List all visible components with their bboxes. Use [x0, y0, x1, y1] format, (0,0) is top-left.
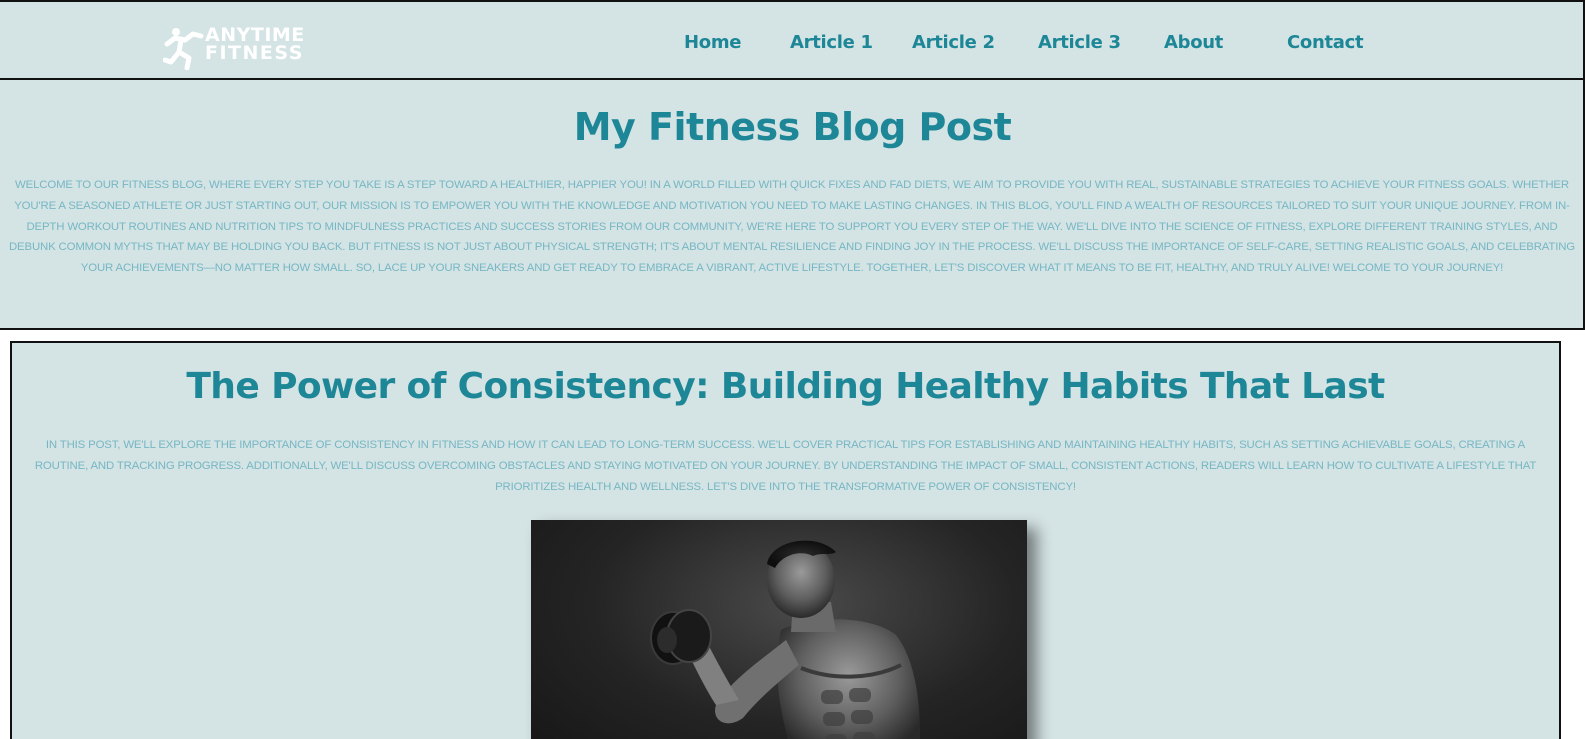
article-card: The Power of Consistency: Building Healt…: [10, 341, 1561, 739]
man-lifting-dumbbell-photo: [650, 540, 921, 739]
brand-line-2: FITNESS: [205, 42, 304, 64]
top-navbar: ANYTIME FITNESS Home Article 1 Article 2…: [0, 0, 1585, 80]
hero-section: My Fitness Blog Post Welcome to our fitn…: [0, 80, 1585, 330]
page-title: My Fitness Blog Post: [573, 105, 1012, 149]
brand-wordmark: ANYTIME FITNESS: [205, 26, 305, 64]
article-summary: In this post, we'll explore the importan…: [34, 439, 1537, 493]
brand-logo[interactable]: ANYTIME FITNESS: [163, 24, 325, 70]
article-image: [531, 520, 1027, 739]
nav-home[interactable]: Home: [684, 32, 742, 53]
nav-article-1[interactable]: Article 1: [790, 32, 873, 53]
nav-article-2[interactable]: Article 2: [912, 32, 995, 53]
nav-contact[interactable]: Contact: [1287, 32, 1364, 53]
nav-article-3[interactable]: Article 3: [1038, 32, 1121, 53]
intro-paragraph: Welcome to our fitness blog, where every…: [8, 179, 1576, 275]
running-man-icon: [163, 28, 204, 70]
nav-about[interactable]: About: [1164, 32, 1223, 53]
article-title: The Power of Consistency: Building Healt…: [186, 366, 1385, 407]
